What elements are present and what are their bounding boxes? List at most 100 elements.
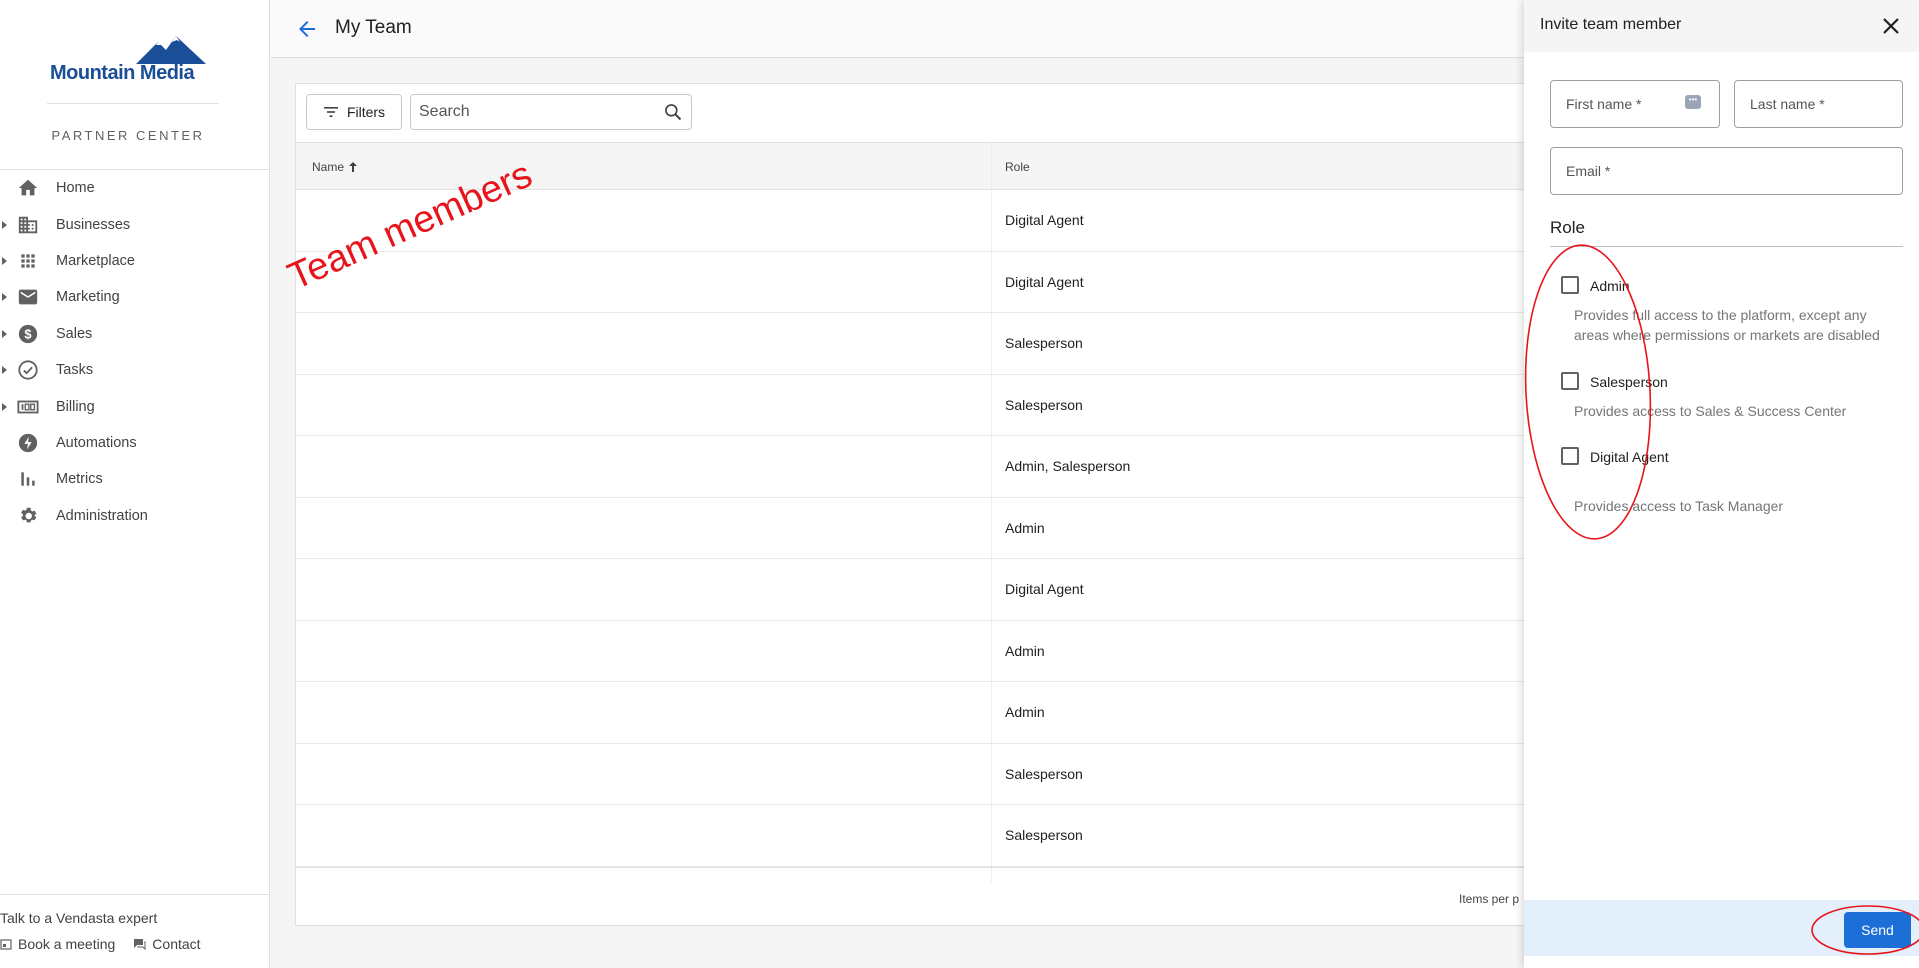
- name-cell[interactable]: [296, 621, 596, 682]
- digital-agent-label: Digital Agent: [1590, 449, 1669, 465]
- expand-caret-icon[interactable]: [2, 402, 7, 411]
- name-column-header[interactable]: Name: [312, 160, 359, 174]
- role-cell: Admin: [1005, 642, 1045, 659]
- digital-agent-description: Provides access to Task Manager: [1574, 498, 1784, 514]
- sidebar-item-label: Tasks: [56, 362, 94, 379]
- filters-button[interactable]: Filters: [306, 94, 402, 130]
- role-cell: Admin: [1005, 519, 1045, 536]
- email-input[interactable]: [1551, 148, 1902, 194]
- expand-caret-icon[interactable]: [2, 366, 7, 375]
- sidebar-item-administration[interactable]: Administration: [0, 498, 270, 534]
- sidebar-nav: Home Businesses Marketplace Marketing $ …: [0, 170, 270, 534]
- brand-logo[interactable]: Mountain Media: [50, 34, 210, 86]
- name-cell[interactable]: [296, 375, 596, 436]
- drawer-title: Invite team member: [1540, 16, 1682, 33]
- sidebar-item-marketplace[interactable]: Marketplace: [0, 243, 270, 279]
- name-cell[interactable]: [296, 498, 596, 559]
- svg-text:$: $: [24, 326, 31, 341]
- page-title: My Team: [335, 17, 412, 38]
- admin-checkbox[interactable]: [1561, 276, 1579, 294]
- send-button[interactable]: Send: [1844, 912, 1911, 948]
- name-cell[interactable]: [296, 744, 596, 805]
- sidebar-item-billing[interactable]: Billing: [0, 388, 270, 424]
- first-name-field: •••: [1550, 80, 1720, 128]
- search-input[interactable]: [411, 95, 651, 129]
- salesperson-description: Provides access to Sales & Success Cente…: [1574, 403, 1847, 419]
- book-meeting-link[interactable]: Book a meeting: [0, 936, 115, 952]
- last-name-field: [1734, 80, 1903, 128]
- gear-icon: [16, 504, 40, 528]
- building-icon: [16, 213, 40, 237]
- role-cell: Digital Agent: [1005, 581, 1084, 597]
- role-cell: Digital Agent: [1005, 273, 1084, 290]
- sidebar-item-tasks[interactable]: Tasks: [0, 352, 270, 388]
- sidebar: Mountain Media PARTNER CENTER Home Busin…: [0, 0, 270, 968]
- sidebar-item-home[interactable]: Home: [0, 170, 270, 206]
- name-cell[interactable]: [296, 436, 596, 497]
- home-icon: [16, 176, 40, 200]
- sidebar-item-sales[interactable]: $ Sales: [0, 316, 270, 352]
- name-column-label: Name: [312, 160, 345, 174]
- partner-center-label: PARTNER CENTER: [51, 128, 205, 143]
- close-button[interactable]: [1879, 14, 1903, 38]
- role-cell: Digital Agent: [1005, 212, 1084, 228]
- sidebar-item-label: Administration: [56, 507, 148, 524]
- check-circle-icon: [16, 358, 40, 382]
- expand-caret-icon[interactable]: [2, 220, 7, 229]
- logo-divider: [47, 103, 219, 104]
- sidebar-item-metrics[interactable]: Metrics: [0, 461, 270, 497]
- sort-ascending-icon: [349, 162, 358, 172]
- name-cell[interactable]: [296, 682, 596, 743]
- billing-icon: [16, 395, 40, 419]
- sidebar-item-businesses[interactable]: Businesses: [0, 206, 270, 242]
- role-section-title: Role: [1550, 218, 1585, 237]
- items-per-page-label: Items per p: [1459, 892, 1520, 906]
- sidebar-item-marketing[interactable]: Marketing: [0, 279, 270, 315]
- drawer-footer: Send: [1524, 900, 1919, 956]
- salesperson-checkbox[interactable]: [1561, 372, 1579, 390]
- chat-icon: [134, 939, 146, 950]
- contact-label: Contact: [152, 936, 201, 952]
- dollar-icon: $: [16, 322, 40, 346]
- role-cell: Admin, Salesperson: [1005, 458, 1131, 474]
- email-field: [1550, 147, 1903, 195]
- close-icon: [1883, 18, 1899, 34]
- sidebar-item-label: Billing: [56, 398, 95, 415]
- expand-caret-icon[interactable]: [2, 329, 7, 338]
- sidebar-item-label: Metrics: [56, 471, 103, 488]
- calendar-icon: [0, 939, 12, 950]
- autofill-icon[interactable]: •••: [1685, 95, 1701, 109]
- sidebar-item-automations[interactable]: Automations: [0, 425, 270, 461]
- sidebar-item-label: Marketplace: [56, 252, 135, 269]
- last-name-input[interactable]: [1735, 81, 1902, 127]
- sidebar-item-label: Automations: [56, 434, 137, 451]
- admin-label: Admin: [1590, 278, 1630, 294]
- apps-grid-icon: [16, 249, 40, 273]
- role-divider: [1550, 246, 1903, 247]
- expand-caret-icon[interactable]: [2, 293, 7, 302]
- role-cell: Salesperson: [1005, 765, 1083, 782]
- filters-label: Filters: [346, 104, 386, 120]
- back-arrow-icon[interactable]: [295, 17, 319, 41]
- book-meeting-label: Book a meeting: [18, 936, 116, 952]
- filter-icon: [323, 107, 338, 117]
- search-icon[interactable]: [663, 102, 683, 122]
- contact-link[interactable]: Contact: [133, 936, 201, 952]
- sidebar-item-label: Sales: [56, 325, 93, 342]
- bolt-icon: [16, 431, 40, 455]
- invite-member-drawer: Invite team member ••• Role Admin Provid…: [1524, 0, 1919, 968]
- name-cell[interactable]: [296, 559, 596, 620]
- brand-name: Mountain Media: [50, 62, 195, 84]
- sidebar-item-label: Businesses: [56, 216, 131, 233]
- digital-agent-checkbox[interactable]: [1561, 447, 1579, 465]
- expand-caret-icon[interactable]: [2, 256, 7, 265]
- name-cell[interactable]: [296, 805, 596, 866]
- admin-description: Provides full access to the platform, ex…: [1574, 307, 1880, 343]
- mail-icon: [16, 285, 40, 309]
- talk-to-expert-label: Talk to a Vendasta expert: [0, 910, 158, 926]
- bar-chart-icon: [16, 467, 40, 491]
- footer-divider: [0, 894, 270, 895]
- name-cell[interactable]: [296, 313, 596, 374]
- role-column-header[interactable]: Role: [1005, 160, 1030, 174]
- sidebar-item-label: Marketing: [56, 289, 120, 306]
